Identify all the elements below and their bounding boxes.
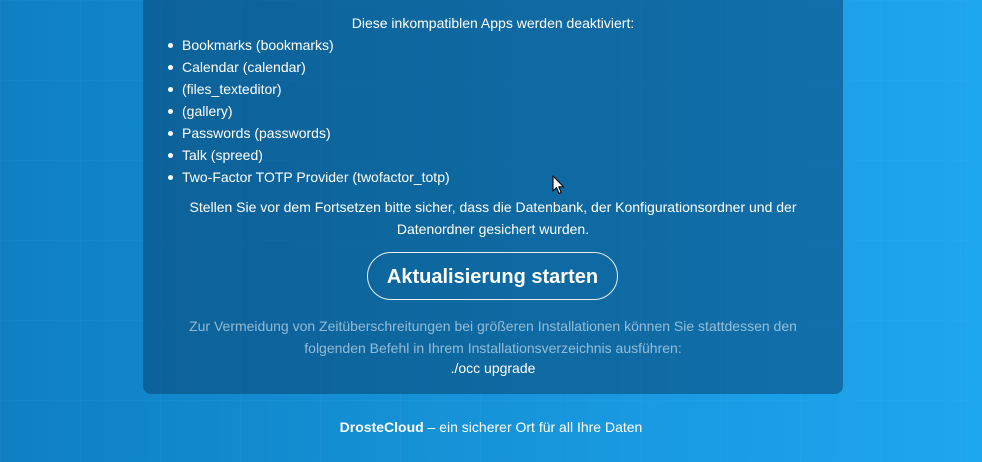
timeout-hint-text: Zur Vermeidung von Zeitüberschreitungen … xyxy=(189,318,797,356)
list-item: Calendar (calendar) xyxy=(168,56,450,78)
bullet-icon xyxy=(168,65,173,70)
list-item: (gallery) xyxy=(168,100,450,122)
app-name: Passwords (passwords) xyxy=(182,125,331,141)
app-name: Talk (spreed) xyxy=(182,147,263,163)
update-panel: Diese inkompatiblen Apps werden deaktivi… xyxy=(143,0,843,394)
app-name: Bookmarks (bookmarks) xyxy=(182,37,334,53)
footer-brand: DrosteCloud xyxy=(339,419,424,435)
bullet-icon xyxy=(168,109,173,114)
app-name: Calendar (calendar) xyxy=(182,59,306,75)
list-item: Bookmarks (bookmarks) xyxy=(168,34,450,56)
incompatible-apps-list: Bookmarks (bookmarks) Calendar (calendar… xyxy=(168,34,450,188)
incompatible-apps-heading: Diese inkompatiblen Apps werden deaktivi… xyxy=(351,15,635,31)
list-item: (files_texteditor) xyxy=(168,78,450,100)
bullet-icon xyxy=(168,175,173,180)
occ-command-text: ./occ upgrade xyxy=(450,360,536,376)
list-item: Passwords (passwords) xyxy=(168,122,450,144)
mouse-pointer-icon xyxy=(552,175,565,195)
bullet-icon xyxy=(168,43,173,48)
bullet-icon xyxy=(168,153,173,158)
app-name: (gallery) xyxy=(182,103,233,119)
start-update-button[interactable]: Aktualisierung starten xyxy=(367,252,618,300)
app-name: Two-Factor TOTP Provider (twofactor_totp… xyxy=(182,169,450,185)
list-item: Talk (spreed) xyxy=(168,144,450,166)
footer: DrosteCloud – ein sicherer Ort für all I… xyxy=(0,418,982,436)
bullet-icon xyxy=(168,131,173,136)
list-item: Two-Factor TOTP Provider (twofactor_totp… xyxy=(168,166,450,188)
app-name: (files_texteditor) xyxy=(182,81,282,97)
bullet-icon xyxy=(168,87,173,92)
backup-warning-text: Stellen Sie vor dem Fortsetzen bitte sic… xyxy=(189,199,797,237)
footer-tagline: – ein sicherer Ort für all Ihre Daten xyxy=(423,419,643,435)
